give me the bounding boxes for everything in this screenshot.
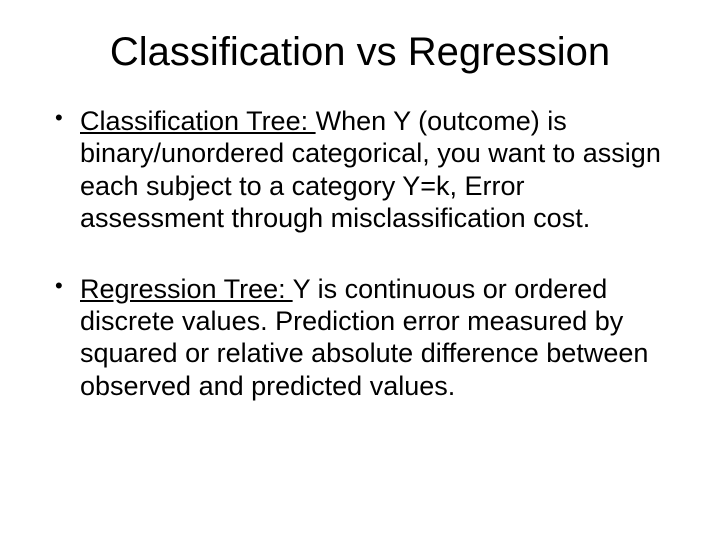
slide-title: Classification vs Regression: [50, 30, 670, 75]
slide: Classification vs Regression Classificat…: [0, 0, 720, 540]
list-item: Classification Tree: When Y (outcome) is…: [50, 105, 670, 235]
list-item: Regression Tree: Y is continuous or orde…: [50, 273, 670, 403]
bullet-list: Classification Tree: When Y (outcome) is…: [50, 105, 670, 402]
bullet-label: Regression Tree:: [80, 274, 293, 304]
bullet-label: Classification Tree:: [80, 106, 316, 136]
